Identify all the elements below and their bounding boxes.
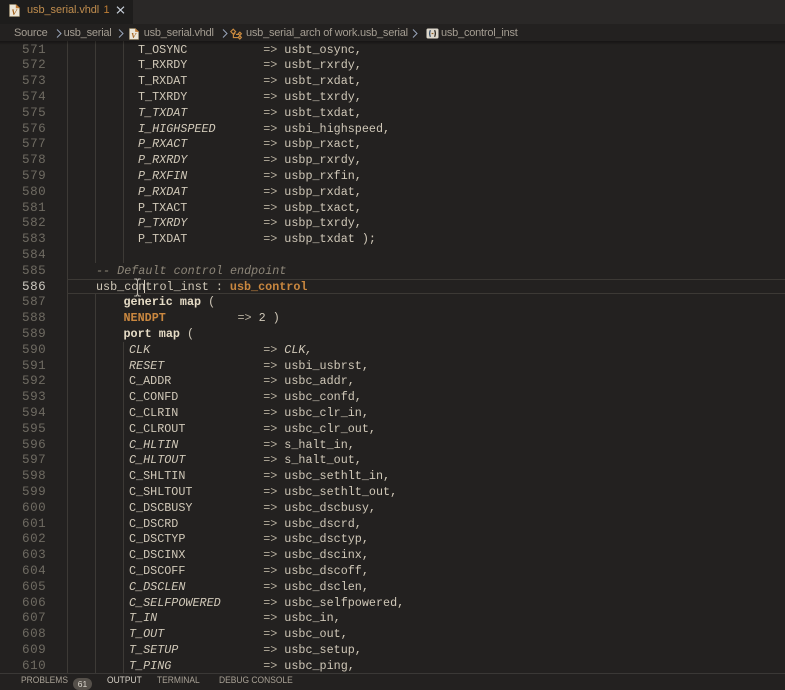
svg-text:V: V	[131, 31, 137, 40]
